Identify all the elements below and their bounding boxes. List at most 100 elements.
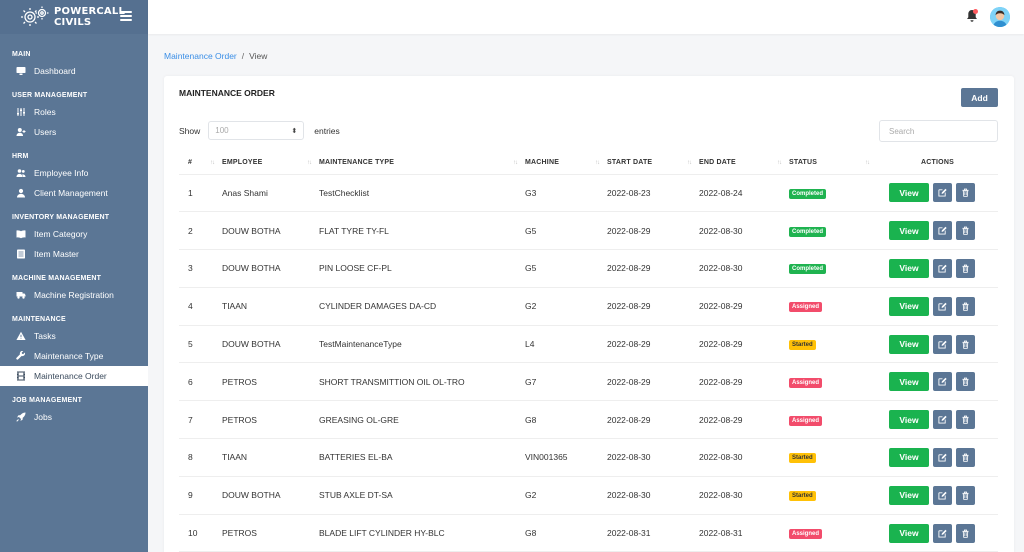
row-number: 3 — [179, 249, 222, 288]
column-header-maintenance-type[interactable]: MAINTENANCE TYPE ↑↓ — [319, 152, 525, 175]
sort-icon[interactable]: ↑↓ — [210, 160, 215, 166]
column-header-status[interactable]: STATUS ↑↓ — [789, 152, 877, 175]
entries-select[interactable]: 100 ⬍ — [208, 121, 305, 140]
maintenance-type-cell: GREASING OL-GRE — [319, 400, 525, 440]
trash-icon[interactable] — [956, 296, 975, 316]
actions-cell: View — [877, 287, 998, 326]
machine-cell: G2 — [525, 287, 607, 326]
sort-icon[interactable]: ↑↓ — [307, 160, 312, 166]
sidebar-item-employee-info[interactable]: Employee Info — [0, 163, 148, 183]
row-actions: View — [877, 183, 998, 203]
book-icon — [16, 229, 26, 239]
sidebar-item-machine-registration[interactable]: Machine Registration — [0, 285, 148, 305]
column-header-end-date[interactable]: END DATE ↑↓ — [699, 152, 789, 175]
users-icon — [16, 168, 26, 178]
row-actions: View — [877, 221, 998, 241]
row-number: 5 — [179, 325, 222, 364]
table-body: 1 Anas Shami TestChecklist G3 2022-08-23 2022… — [179, 174, 998, 552]
search-input[interactable] — [879, 120, 998, 142]
start-date-cell: 2022-08-29 — [607, 325, 699, 364]
machine-cell: G7 — [525, 362, 607, 402]
view-button[interactable]: View — [889, 372, 929, 392]
machine-cell: VIN001365 — [525, 438, 607, 477]
sidebar-item-maintenance-type[interactable]: Maintenance Type — [0, 346, 148, 366]
view-button[interactable]: View — [889, 485, 929, 505]
sort-icon[interactable]: ↑↓ — [687, 160, 692, 166]
sidebar-item-maintenance-order[interactable]: Maintenance Order — [0, 366, 148, 386]
sidebar-item-jobs[interactable]: Jobs — [0, 407, 148, 427]
trash-icon[interactable] — [956, 183, 975, 203]
view-button[interactable]: View — [889, 447, 929, 467]
sort-icon[interactable]: ↑↓ — [513, 160, 518, 166]
sidebar-section-title: HRM — [12, 153, 29, 160]
end-date-cell: 2022-08-29 — [699, 287, 789, 326]
column-header-machine[interactable]: MACHINE ↑↓ — [525, 152, 607, 175]
edit-icon[interactable] — [933, 221, 952, 241]
trash-icon[interactable] — [956, 258, 975, 278]
column-header-start-date[interactable]: START DATE ↑↓ — [607, 152, 699, 175]
column-header-label: END DATE — [699, 159, 736, 167]
edit-icon[interactable] — [933, 183, 952, 203]
user-avatar[interactable] — [990, 7, 1010, 27]
sort-icon[interactable]: ↑↓ — [777, 160, 782, 166]
sidebar-item-item-master[interactable]: Item Master — [0, 244, 148, 264]
sidebar-item-label: Maintenance Type — [34, 351, 104, 361]
breadcrumb-current: View — [249, 51, 268, 61]
end-date-cell: 2022-08-30 — [699, 438, 789, 477]
view-button[interactable]: View — [889, 296, 929, 316]
sidebar-item-users[interactable]: Users — [0, 122, 148, 142]
sidebar-item-item-category[interactable]: Item Category — [0, 224, 148, 244]
end-date-cell: 2022-08-30 — [699, 211, 789, 251]
notification-bell-icon[interactable] — [966, 9, 978, 23]
status-cell: Assigned — [789, 514, 877, 552]
view-button[interactable]: View — [889, 221, 929, 241]
sidebar-item-label: Dashboard — [34, 66, 76, 76]
column-header-actions: ACTIONS — [877, 152, 998, 175]
trash-icon[interactable] — [956, 523, 975, 543]
employee-cell: PETROS — [222, 362, 319, 402]
edit-icon[interactable] — [933, 334, 952, 354]
view-button[interactable]: View — [889, 334, 929, 354]
column-header-employee[interactable]: EMPLOYEE ↑↓ — [222, 152, 319, 175]
status-badge: Assigned — [789, 415, 823, 426]
sort-icon[interactable]: ↑↓ — [595, 160, 600, 166]
view-button[interactable]: View — [889, 523, 929, 543]
actions-cell: View — [877, 174, 998, 213]
end-date-cell: 2022-08-24 — [699, 174, 789, 213]
trash-icon[interactable] — [956, 221, 975, 241]
trash-icon[interactable] — [956, 485, 975, 505]
sidebar-item-tasks[interactable]: Tasks — [0, 326, 148, 346]
start-date-cell: 2022-08-29 — [607, 400, 699, 440]
trash-icon[interactable] — [956, 334, 975, 354]
view-button[interactable]: View — [889, 183, 929, 203]
machine-cell: G8 — [525, 400, 607, 440]
sidebar-item-client-management[interactable]: Client Management — [0, 183, 148, 203]
sidebar-item-roles[interactable]: Roles — [0, 102, 148, 122]
column-header-label: START DATE — [607, 159, 653, 167]
status-cell: Assigned — [789, 400, 877, 440]
column-header-[interactable]: # ↑↓ — [179, 152, 222, 175]
view-button[interactable]: View — [889, 258, 929, 278]
breadcrumb-link-maintenance-order[interactable]: Maintenance Order — [164, 51, 237, 61]
add-button[interactable]: Add — [961, 88, 998, 107]
employee-cell: TIAAN — [222, 287, 319, 326]
edit-icon[interactable] — [933, 410, 952, 430]
trash-icon[interactable] — [956, 372, 975, 392]
sort-icon[interactable]: ↑↓ — [865, 160, 870, 166]
sidebar-item-dashboard[interactable]: Dashboard — [0, 61, 148, 81]
menu-toggle-icon[interactable] — [120, 11, 132, 21]
view-button[interactable]: View — [889, 410, 929, 430]
edit-icon[interactable] — [933, 372, 952, 392]
edit-icon[interactable] — [933, 258, 952, 278]
trash-icon[interactable] — [956, 447, 975, 467]
employee-cell: Anas Shami — [222, 174, 319, 213]
table-row: 3 DOUW BOTHA PIN LOOSE CF-PL G5 2022-08-29 20… — [179, 249, 998, 288]
sidebar-item-label: Users — [34, 127, 57, 137]
edit-icon[interactable] — [933, 485, 952, 505]
edit-icon[interactable] — [933, 523, 952, 543]
edit-icon[interactable] — [933, 296, 952, 316]
edit-icon[interactable] — [933, 447, 952, 467]
employee-cell: PETROS — [222, 400, 319, 440]
trash-icon[interactable] — [956, 410, 975, 430]
maintenance-type-cell: TestMaintenanceType — [319, 325, 525, 364]
